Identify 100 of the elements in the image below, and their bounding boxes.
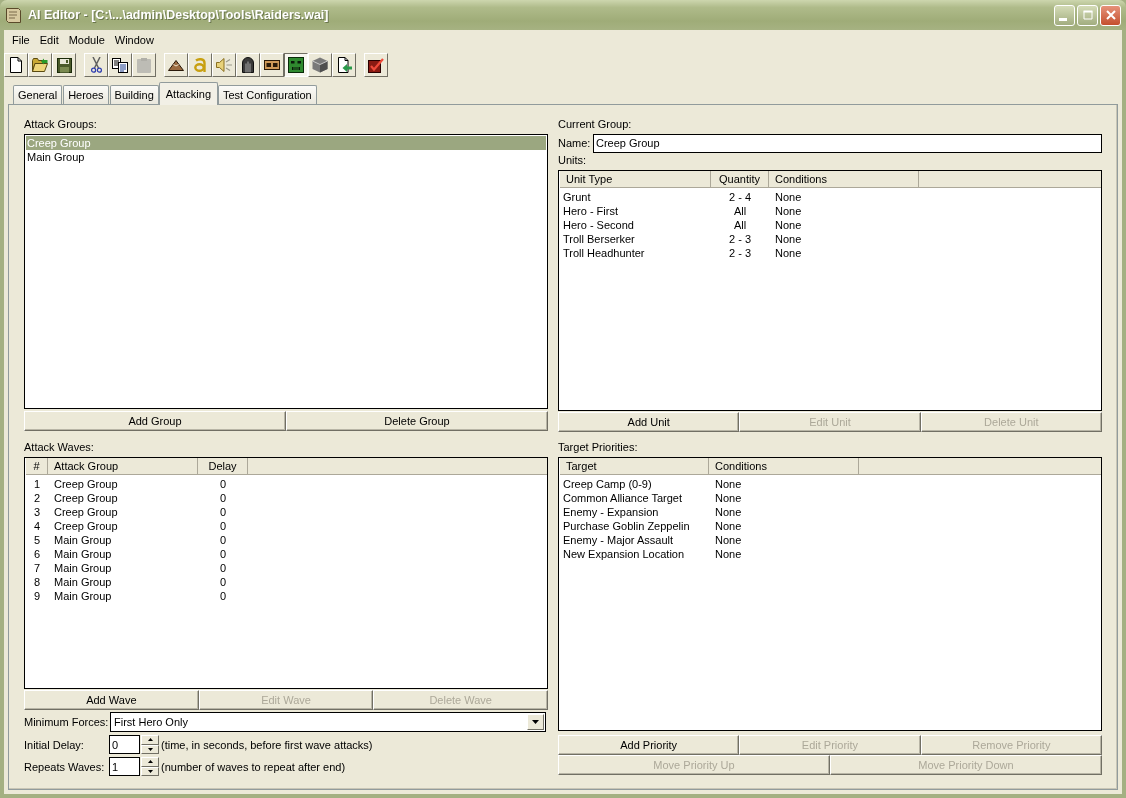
hint-text: (number of waves to repeat after end) bbox=[161, 760, 346, 773]
tab[interactable]: Test Configuration bbox=[218, 85, 317, 104]
caret-down-icon bbox=[532, 720, 539, 724]
group-button[interactable]: Delete Group bbox=[286, 411, 548, 431]
letter-icon bbox=[194, 58, 206, 72]
maximize-icon bbox=[1082, 10, 1093, 20]
number-field[interactable]: 1 bbox=[109, 757, 140, 776]
column-header[interactable]: Quantity bbox=[711, 171, 769, 187]
window-title: AI Editor - [C:\...\admin\Desktop\Tools\Raiders.wai] bbox=[28, 8, 330, 22]
table-cell-text: 2 bbox=[32, 491, 42, 505]
column-header[interactable]: Target bbox=[560, 458, 709, 474]
column-header[interactable]: Conditions bbox=[709, 458, 859, 474]
table-cell-text: None bbox=[714, 547, 743, 561]
dropdown[interactable]: First Hero Only bbox=[110, 712, 546, 732]
close-icon bbox=[1105, 10, 1116, 20]
table-cell-text: 0 bbox=[218, 589, 228, 603]
priority-button[interactable]: Add Priority bbox=[558, 735, 740, 755]
table-cell-text: Enemy - Major Assault bbox=[562, 533, 675, 547]
table-cell-text: 4 bbox=[32, 519, 42, 533]
table-cell-text: New Expansion Location bbox=[562, 547, 686, 561]
section-label: Current Group: bbox=[558, 118, 632, 131]
table-cell-text: Purchase Goblin Zeppelin bbox=[562, 519, 691, 533]
column-header[interactable]: Delay bbox=[198, 458, 248, 474]
table-cell-text: Grunt bbox=[562, 190, 592, 204]
tab[interactable]: Building bbox=[109, 85, 159, 104]
table-cell-text: None bbox=[714, 533, 743, 547]
column-header[interactable]: Unit Type bbox=[560, 171, 711, 187]
section-label: Units: bbox=[558, 154, 587, 167]
menu-item[interactable]: Window bbox=[109, 31, 159, 48]
table-cell-text: Creep Group bbox=[53, 505, 119, 519]
table-cell-text: 3 bbox=[32, 505, 42, 519]
table-cell-text: Main Group bbox=[53, 533, 113, 547]
tab[interactable]: General bbox=[13, 85, 63, 104]
scissors-icon bbox=[90, 57, 102, 73]
list-item[interactable]: Main Group bbox=[26, 150, 546, 164]
mountain-icon bbox=[168, 59, 184, 71]
table-cell-text: Troll Headhunter bbox=[562, 246, 646, 260]
folder-icon bbox=[32, 58, 48, 72]
caret-down-icon bbox=[147, 769, 153, 773]
clipboard-icon bbox=[137, 57, 151, 73]
menu-item[interactable]: File bbox=[7, 31, 35, 48]
speaker-icon bbox=[216, 58, 232, 72]
name-field[interactable]: Creep Group bbox=[593, 133, 1102, 153]
field-label: Minimum Forces: bbox=[24, 716, 110, 728]
table-cell-text: Enemy - Expansion bbox=[562, 505, 660, 519]
table-cell-text: 0 bbox=[218, 575, 228, 589]
spin-down-button[interactable] bbox=[141, 766, 159, 776]
page-icon bbox=[10, 57, 22, 73]
table-cell-text: 0 bbox=[218, 505, 228, 519]
column-header[interactable]: Conditions bbox=[769, 171, 919, 187]
tab[interactable]: Attacking bbox=[158, 82, 218, 105]
table-cell-text: All bbox=[732, 204, 748, 218]
column-header[interactable]: Attack Group bbox=[48, 458, 198, 474]
table-cell-text: None bbox=[714, 477, 743, 491]
table-cell-text: None bbox=[774, 246, 803, 260]
table-cell-text: Common Alliance Target bbox=[562, 491, 684, 505]
spin-down-button[interactable] bbox=[141, 744, 159, 754]
wave-button[interactable]: Add Wave bbox=[24, 690, 199, 710]
tab[interactable]: Heroes bbox=[63, 85, 109, 104]
field-label: Name: bbox=[558, 137, 592, 149]
table-cell-text: Creep Group bbox=[53, 477, 119, 491]
close-button[interactable] bbox=[1100, 4, 1121, 26]
section-label: Attack Groups: bbox=[24, 118, 97, 131]
spin-up-button[interactable] bbox=[141, 757, 159, 767]
table-cell-text: None bbox=[774, 232, 803, 246]
table-cell-text: 0 bbox=[218, 477, 228, 491]
group-button[interactable]: Add Group bbox=[24, 411, 286, 431]
table-cell-text: Creep Camp (0-9) bbox=[562, 477, 653, 491]
chest-icon bbox=[264, 60, 280, 70]
spin-up-button[interactable] bbox=[141, 735, 159, 745]
number-field[interactable]: 0 bbox=[109, 735, 140, 754]
save-icon bbox=[56, 57, 72, 73]
field-label: Repeats Waves: bbox=[24, 760, 106, 773]
table-cell-text: All bbox=[732, 218, 748, 232]
table-cell-text: Creep Group bbox=[53, 491, 119, 505]
table-cell-text: 6 bbox=[32, 547, 42, 561]
caret-down-icon bbox=[147, 747, 153, 751]
section-label: Target Priorities: bbox=[558, 441, 638, 454]
table-cell-text: None bbox=[774, 218, 803, 232]
table-cell-text: None bbox=[774, 204, 803, 218]
table-cell-text: 2 - 4 bbox=[728, 190, 752, 204]
table-cell-text: Hero - First bbox=[562, 204, 619, 218]
menu-item[interactable]: Module bbox=[63, 31, 110, 48]
column-header[interactable]: # bbox=[26, 458, 48, 474]
figure-icon bbox=[242, 57, 254, 73]
caret-up-icon bbox=[147, 738, 153, 742]
table-cell-text: 9 bbox=[32, 589, 42, 603]
table-cell-text: 2 - 3 bbox=[728, 232, 752, 246]
document-arrow-icon bbox=[336, 57, 352, 73]
unit-button[interactable]: Add Unit bbox=[558, 412, 740, 432]
minimize-icon bbox=[1058, 17, 1067, 21]
table-cell-text: 0 bbox=[218, 519, 228, 533]
table-cell-text: 0 bbox=[218, 491, 228, 505]
table-cell-text: Hero - Second bbox=[562, 218, 635, 232]
toolbar-button[interactable] bbox=[284, 53, 308, 77]
table-cell-text: 0 bbox=[218, 547, 228, 561]
hint-text: (time, in seconds, before first wave attacks) bbox=[161, 738, 373, 751]
menu-item[interactable]: Edit bbox=[34, 31, 64, 48]
dropdown-button[interactable] bbox=[527, 714, 544, 730]
table-cell-text: 7 bbox=[32, 561, 42, 575]
